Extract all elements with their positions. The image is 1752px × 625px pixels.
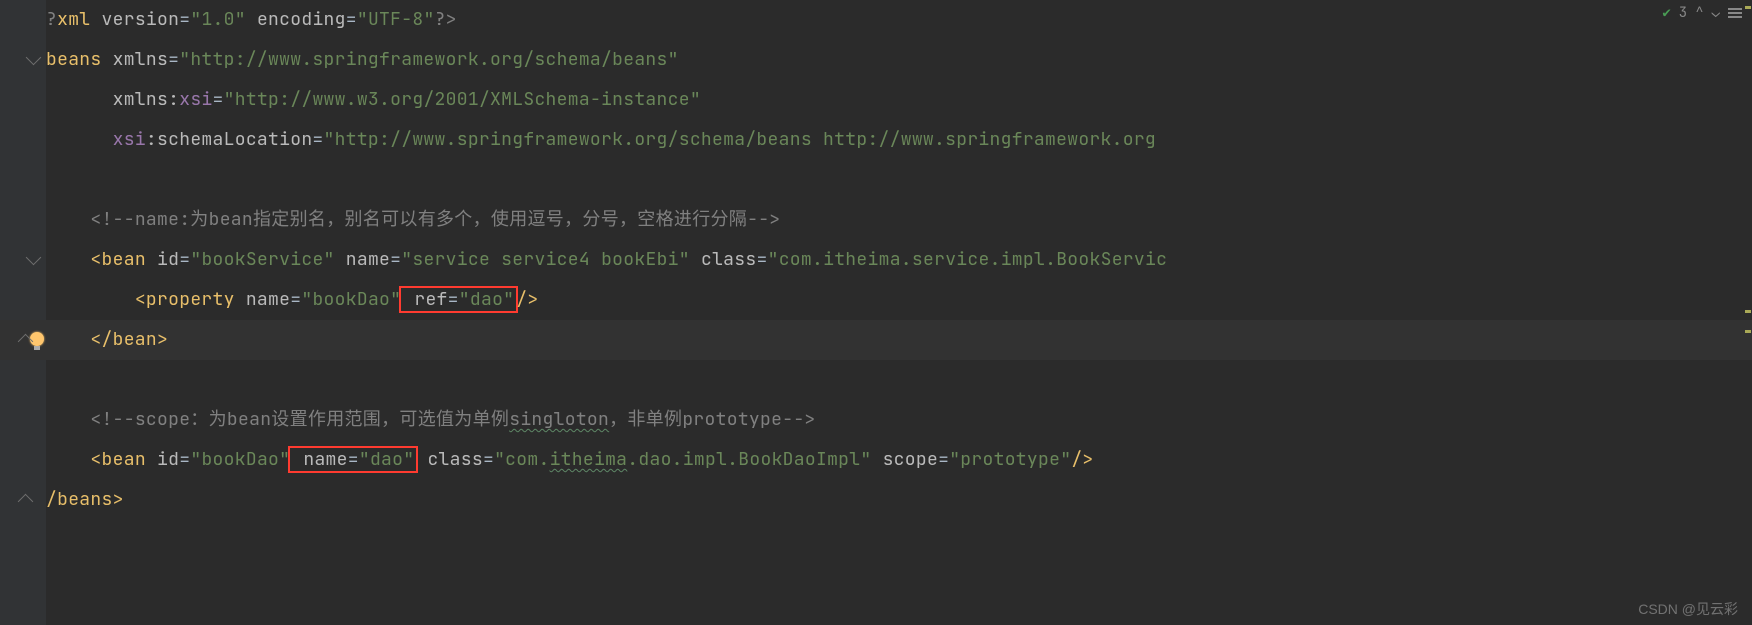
check-icon: ✔ [1662, 4, 1670, 22]
scroll-marker[interactable] [1745, 6, 1751, 9]
code-line[interactable]: xmlns:xsi="http://www.w3.org/2001/XMLSch… [46, 80, 1752, 120]
highlight-name-dao: name="dao" [288, 446, 418, 473]
code-line[interactable]: ?xml version="1.0" encoding="UTF-8"?> [46, 0, 1752, 40]
code-line[interactable]: <bean id="bookService" name="service ser… [46, 240, 1752, 280]
fold-open-icon[interactable] [26, 250, 42, 266]
typo-itheima: itheima [550, 448, 628, 471]
prev-problem-icon[interactable]: ^ [1695, 4, 1703, 22]
code-line-active[interactable]: </bean> [46, 320, 1752, 360]
menu-icon[interactable] [1728, 8, 1742, 18]
code-editor[interactable]: ✔ 3 ^ ⌄ ?xml version="1.0" encoding="UTF… [0, 0, 1752, 625]
scroll-marker[interactable] [1745, 310, 1751, 313]
scroll-marker[interactable] [1745, 330, 1751, 333]
fold-close-icon[interactable] [18, 494, 34, 510]
next-problem-icon[interactable]: ⌄ [1712, 4, 1720, 22]
code-line[interactable] [46, 360, 1752, 400]
code-line[interactable]: <property name="bookDao" ref="dao"/> [46, 280, 1752, 320]
code-line[interactable]: <!--name:为bean指定别名，别名可以有多个，使用逗号，分号，空格进行分… [46, 200, 1752, 240]
fold-open-icon[interactable] [26, 50, 42, 66]
code-line[interactable]: <!--scope：为bean设置作用范围，可选值为单例singloton，非单… [46, 400, 1752, 440]
code-line[interactable]: <bean id="bookDao" name="dao" class="com… [46, 440, 1752, 480]
code-line[interactable]: /beans> [46, 480, 1752, 520]
code-area[interactable]: ?xml version="1.0" encoding="UTF-8"?> be… [46, 0, 1752, 625]
code-line[interactable]: beans xmlns="http://www.springframework.… [46, 40, 1752, 80]
highlight-ref-dao: ref="dao" [399, 286, 518, 313]
inspection-widget[interactable]: ✔ 3 ^ ⌄ [1662, 4, 1742, 22]
intention-bulb-icon[interactable] [30, 332, 44, 346]
code-line[interactable] [46, 160, 1752, 200]
watermark: CSDN @见云彩 [1638, 599, 1738, 619]
gutter [0, 0, 46, 625]
problem-count: 3 [1679, 4, 1687, 22]
typo-singloton: singloton [509, 408, 609, 431]
code-line[interactable]: xsi:schemaLocation="http://www.springfra… [46, 120, 1752, 160]
